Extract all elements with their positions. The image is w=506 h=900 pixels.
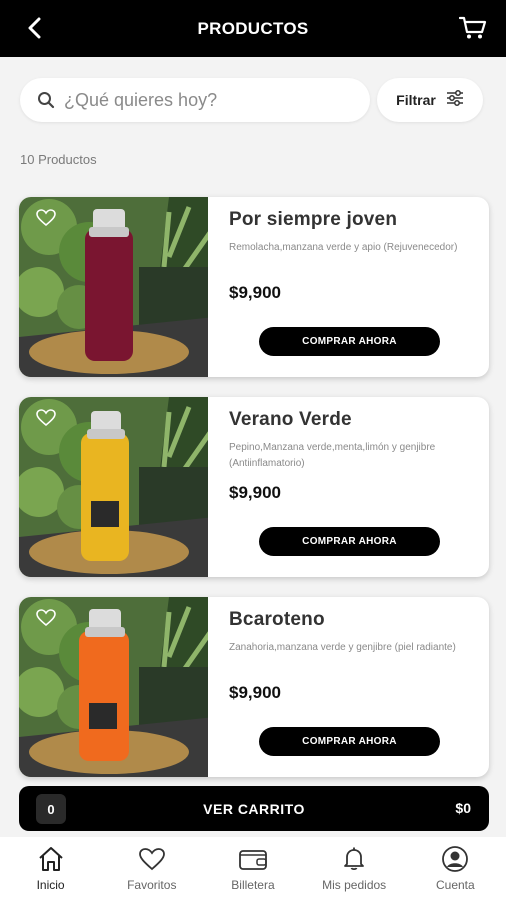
page-title: PRODUCTOS xyxy=(197,18,309,38)
product-info: Verano Verde Pepino,Manzana verde,menta,… xyxy=(208,397,489,577)
cart-total: $0 xyxy=(455,800,471,816)
sliders-icon xyxy=(446,89,464,111)
product-info: Por siempre joven Remolacha,manzana verd… xyxy=(208,197,489,377)
product-count: 10 Productos xyxy=(20,152,97,167)
back-arrow-icon[interactable] xyxy=(20,14,48,42)
product-info: Bcaroteno Zanahoria,manzana verde y genj… xyxy=(208,597,489,777)
nav-label: Mis pedidos xyxy=(322,878,387,892)
product-price: $9,900 xyxy=(229,683,281,702)
view-cart-label: VER CARRITO xyxy=(203,800,305,817)
product-card[interactable]: Verano Verde Pepino,Manzana verde,menta,… xyxy=(19,397,489,577)
favorite-heart-icon[interactable] xyxy=(36,409,56,427)
nav-label: Cuenta xyxy=(435,878,475,892)
nav-item-inicio[interactable]: Inicio xyxy=(6,837,96,892)
product-card[interactable]: Por siempre joven Remolacha,manzana verd… xyxy=(19,197,489,377)
product-image xyxy=(19,197,208,377)
nav-label: Billetera xyxy=(231,878,275,892)
wallet-icon xyxy=(238,845,268,873)
product-name: Verano Verde xyxy=(229,409,352,430)
product-description: Zanahoria,manzana verde y genjibre (piel… xyxy=(229,642,456,653)
view-cart-button[interactable]: 0 VER CARRITO $0 xyxy=(19,786,489,831)
home-icon xyxy=(36,845,66,873)
nav-item-favoritos[interactable]: Favoritos xyxy=(107,837,197,892)
favorite-heart-icon[interactable] xyxy=(36,209,56,227)
nav-label: Favoritos xyxy=(127,878,177,892)
product-description: Remolacha,manzana verde y apio (Rejuvene… xyxy=(229,242,458,253)
filter-button[interactable]: Filtrar xyxy=(377,78,483,122)
product-image xyxy=(19,597,208,777)
product-name: Por siempre joven xyxy=(229,209,398,230)
nav-label: Inicio xyxy=(36,878,65,892)
nav-item-cuenta[interactable]: Cuenta xyxy=(410,837,500,892)
app: PRODUCTOS Filtrar 10 Productos xyxy=(0,0,506,900)
buy-now-button[interactable]: COMPRAR AHORA xyxy=(259,327,440,356)
heart-icon xyxy=(137,845,167,873)
search-input[interactable] xyxy=(64,89,334,111)
product-price: $9,900 xyxy=(229,283,281,302)
favorite-heart-icon[interactable] xyxy=(36,609,56,627)
user-icon xyxy=(440,845,470,873)
nav-item-mis-pedidos[interactable]: Mis pedidos xyxy=(309,837,399,892)
search-bar[interactable] xyxy=(20,78,370,122)
filter-label: Filtrar xyxy=(396,92,436,108)
top-bar: PRODUCTOS xyxy=(0,0,506,57)
nav-item-billetera[interactable]: Billetera xyxy=(208,837,298,892)
cart-quantity-badge: 0 xyxy=(36,794,66,824)
bottom-nav: Inicio Favoritos Billetera Mis pedidos C… xyxy=(0,837,506,900)
buy-now-button[interactable]: COMPRAR AHORA xyxy=(259,727,440,756)
search-icon xyxy=(36,90,56,110)
product-price: $9,900 xyxy=(229,483,281,502)
product-card[interactable]: Bcaroteno Zanahoria,manzana verde y genj… xyxy=(19,597,489,777)
cart-icon[interactable] xyxy=(458,13,488,43)
product-description: Pepino,Manzana verde,menta,limón y genji… xyxy=(229,442,436,469)
product-name: Bcaroteno xyxy=(229,609,325,630)
buy-now-button[interactable]: COMPRAR AHORA xyxy=(259,527,440,556)
product-image xyxy=(19,397,208,577)
bell-icon xyxy=(339,845,369,873)
